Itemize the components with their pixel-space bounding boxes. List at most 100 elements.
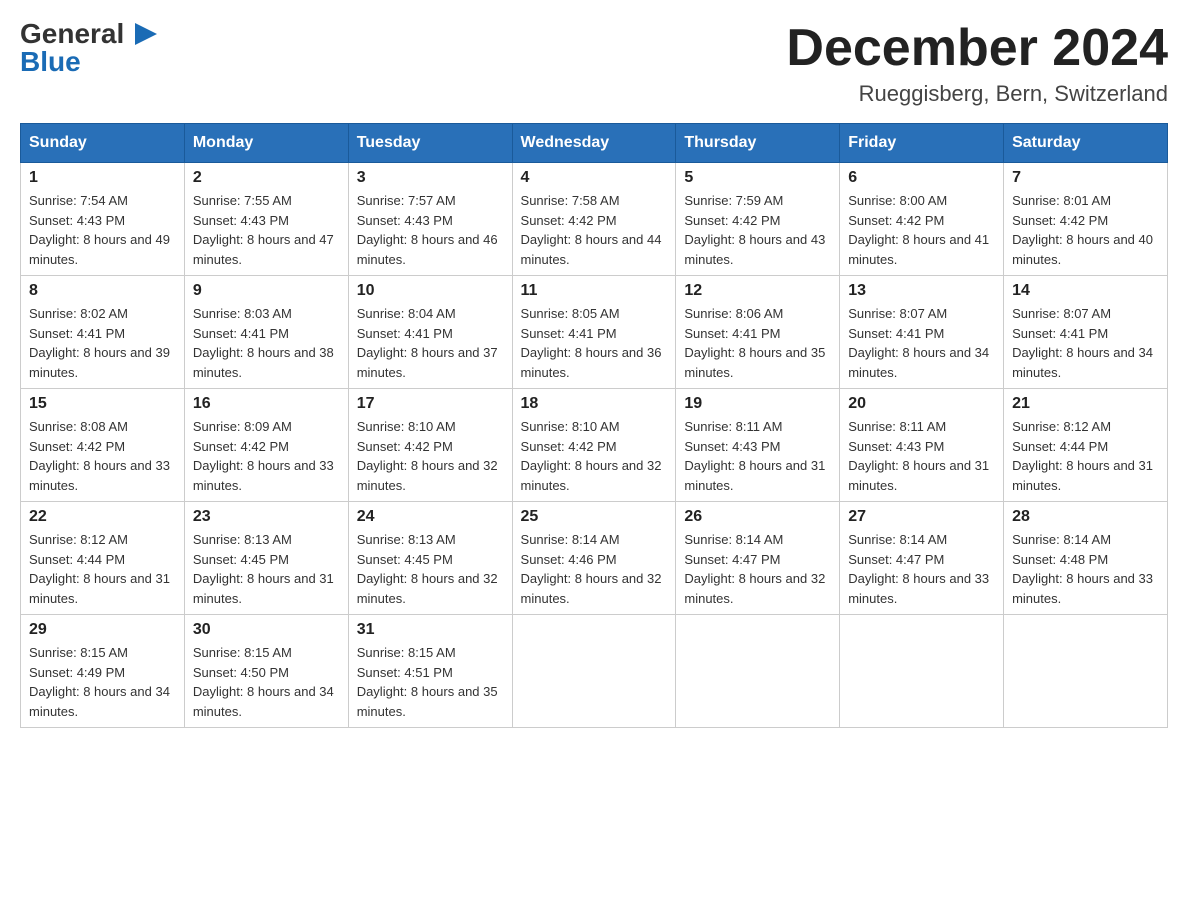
col-wednesday: Wednesday [512, 124, 676, 163]
day-number: 7 [1012, 169, 1159, 187]
day-number: 31 [357, 621, 504, 639]
day-info: Sunrise: 8:15 AMSunset: 4:51 PMDaylight:… [357, 645, 498, 719]
day-number: 18 [521, 395, 668, 413]
table-row: 31 Sunrise: 8:15 AMSunset: 4:51 PMDaylig… [348, 615, 512, 728]
day-info: Sunrise: 8:08 AMSunset: 4:42 PMDaylight:… [29, 419, 170, 493]
day-number: 10 [357, 282, 504, 300]
day-number: 25 [521, 508, 668, 526]
day-info: Sunrise: 8:12 AMSunset: 4:44 PMDaylight:… [29, 532, 170, 606]
logo-triangle-icon [135, 23, 157, 45]
day-number: 20 [848, 395, 995, 413]
day-number: 1 [29, 169, 176, 187]
logo: General Blue [20, 20, 157, 76]
table-row: 15 Sunrise: 8:08 AMSunset: 4:42 PMDaylig… [21, 389, 185, 502]
table-row: 19 Sunrise: 8:11 AMSunset: 4:43 PMDaylig… [676, 389, 840, 502]
calendar-table: Sunday Monday Tuesday Wednesday Thursday… [20, 123, 1168, 728]
day-info: Sunrise: 8:11 AMSunset: 4:43 PMDaylight:… [848, 419, 989, 493]
day-info: Sunrise: 8:07 AMSunset: 4:41 PMDaylight:… [848, 306, 989, 380]
day-info: Sunrise: 8:15 AMSunset: 4:49 PMDaylight:… [29, 645, 170, 719]
logo-blue-text: Blue [20, 46, 81, 77]
day-number: 23 [193, 508, 340, 526]
day-number: 16 [193, 395, 340, 413]
table-row: 21 Sunrise: 8:12 AMSunset: 4:44 PMDaylig… [1004, 389, 1168, 502]
page-header: General Blue December 2024 Rueggisberg, … [20, 20, 1168, 107]
table-row: 16 Sunrise: 8:09 AMSunset: 4:42 PMDaylig… [184, 389, 348, 502]
day-info: Sunrise: 7:58 AMSunset: 4:42 PMDaylight:… [521, 193, 662, 267]
table-row: 12 Sunrise: 8:06 AMSunset: 4:41 PMDaylig… [676, 276, 840, 389]
day-info: Sunrise: 8:13 AMSunset: 4:45 PMDaylight:… [193, 532, 334, 606]
day-info: Sunrise: 7:59 AMSunset: 4:42 PMDaylight:… [684, 193, 825, 267]
day-info: Sunrise: 8:03 AMSunset: 4:41 PMDaylight:… [193, 306, 334, 380]
day-number: 24 [357, 508, 504, 526]
month-title: December 2024 [786, 20, 1168, 77]
table-row: 4 Sunrise: 7:58 AMSunset: 4:42 PMDayligh… [512, 163, 676, 276]
table-row: 5 Sunrise: 7:59 AMSunset: 4:42 PMDayligh… [676, 163, 840, 276]
col-saturday: Saturday [1004, 124, 1168, 163]
day-info: Sunrise: 8:11 AMSunset: 4:43 PMDaylight:… [684, 419, 825, 493]
day-number: 30 [193, 621, 340, 639]
day-number: 27 [848, 508, 995, 526]
day-info: Sunrise: 7:54 AMSunset: 4:43 PMDaylight:… [29, 193, 170, 267]
table-row: 1 Sunrise: 7:54 AMSunset: 4:43 PMDayligh… [21, 163, 185, 276]
calendar-week-row: 8 Sunrise: 8:02 AMSunset: 4:41 PMDayligh… [21, 276, 1168, 389]
table-row [676, 615, 840, 728]
table-row: 9 Sunrise: 8:03 AMSunset: 4:41 PMDayligh… [184, 276, 348, 389]
day-info: Sunrise: 8:10 AMSunset: 4:42 PMDaylight:… [357, 419, 498, 493]
day-number: 19 [684, 395, 831, 413]
day-info: Sunrise: 8:01 AMSunset: 4:42 PMDaylight:… [1012, 193, 1153, 267]
col-thursday: Thursday [676, 124, 840, 163]
table-row [840, 615, 1004, 728]
day-number: 15 [29, 395, 176, 413]
day-number: 21 [1012, 395, 1159, 413]
day-number: 17 [357, 395, 504, 413]
table-row: 13 Sunrise: 8:07 AMSunset: 4:41 PMDaylig… [840, 276, 1004, 389]
table-row: 26 Sunrise: 8:14 AMSunset: 4:47 PMDaylig… [676, 502, 840, 615]
day-info: Sunrise: 7:57 AMSunset: 4:43 PMDaylight:… [357, 193, 498, 267]
calendar-week-row: 15 Sunrise: 8:08 AMSunset: 4:42 PMDaylig… [21, 389, 1168, 502]
day-info: Sunrise: 8:02 AMSunset: 4:41 PMDaylight:… [29, 306, 170, 380]
table-row: 10 Sunrise: 8:04 AMSunset: 4:41 PMDaylig… [348, 276, 512, 389]
day-info: Sunrise: 8:00 AMSunset: 4:42 PMDaylight:… [848, 193, 989, 267]
day-info: Sunrise: 8:10 AMSunset: 4:42 PMDaylight:… [521, 419, 662, 493]
calendar-week-row: 29 Sunrise: 8:15 AMSunset: 4:49 PMDaylig… [21, 615, 1168, 728]
day-info: Sunrise: 8:07 AMSunset: 4:41 PMDaylight:… [1012, 306, 1153, 380]
day-info: Sunrise: 8:04 AMSunset: 4:41 PMDaylight:… [357, 306, 498, 380]
table-row: 17 Sunrise: 8:10 AMSunset: 4:42 PMDaylig… [348, 389, 512, 502]
day-number: 8 [29, 282, 176, 300]
day-number: 5 [684, 169, 831, 187]
day-info: Sunrise: 8:14 AMSunset: 4:46 PMDaylight:… [521, 532, 662, 606]
table-row [512, 615, 676, 728]
table-row: 24 Sunrise: 8:13 AMSunset: 4:45 PMDaylig… [348, 502, 512, 615]
day-info: Sunrise: 8:15 AMSunset: 4:50 PMDaylight:… [193, 645, 334, 719]
day-number: 4 [521, 169, 668, 187]
table-row: 8 Sunrise: 8:02 AMSunset: 4:41 PMDayligh… [21, 276, 185, 389]
table-row: 3 Sunrise: 7:57 AMSunset: 4:43 PMDayligh… [348, 163, 512, 276]
table-row: 18 Sunrise: 8:10 AMSunset: 4:42 PMDaylig… [512, 389, 676, 502]
day-info: Sunrise: 8:14 AMSunset: 4:48 PMDaylight:… [1012, 532, 1153, 606]
day-number: 22 [29, 508, 176, 526]
col-monday: Monday [184, 124, 348, 163]
day-number: 12 [684, 282, 831, 300]
day-info: Sunrise: 8:05 AMSunset: 4:41 PMDaylight:… [521, 306, 662, 380]
table-row [1004, 615, 1168, 728]
day-number: 9 [193, 282, 340, 300]
day-info: Sunrise: 8:12 AMSunset: 4:44 PMDaylight:… [1012, 419, 1153, 493]
table-row: 28 Sunrise: 8:14 AMSunset: 4:48 PMDaylig… [1004, 502, 1168, 615]
day-number: 3 [357, 169, 504, 187]
table-row: 11 Sunrise: 8:05 AMSunset: 4:41 PMDaylig… [512, 276, 676, 389]
col-sunday: Sunday [21, 124, 185, 163]
table-row: 2 Sunrise: 7:55 AMSunset: 4:43 PMDayligh… [184, 163, 348, 276]
day-number: 13 [848, 282, 995, 300]
calendar-week-row: 22 Sunrise: 8:12 AMSunset: 4:44 PMDaylig… [21, 502, 1168, 615]
day-number: 14 [1012, 282, 1159, 300]
table-row: 27 Sunrise: 8:14 AMSunset: 4:47 PMDaylig… [840, 502, 1004, 615]
col-friday: Friday [840, 124, 1004, 163]
day-info: Sunrise: 8:06 AMSunset: 4:41 PMDaylight:… [684, 306, 825, 380]
table-row: 6 Sunrise: 8:00 AMSunset: 4:42 PMDayligh… [840, 163, 1004, 276]
table-row: 14 Sunrise: 8:07 AMSunset: 4:41 PMDaylig… [1004, 276, 1168, 389]
table-row: 22 Sunrise: 8:12 AMSunset: 4:44 PMDaylig… [21, 502, 185, 615]
logo-general-text: General [20, 20, 124, 48]
day-info: Sunrise: 7:55 AMSunset: 4:43 PMDaylight:… [193, 193, 334, 267]
day-info: Sunrise: 8:14 AMSunset: 4:47 PMDaylight:… [684, 532, 825, 606]
day-number: 28 [1012, 508, 1159, 526]
